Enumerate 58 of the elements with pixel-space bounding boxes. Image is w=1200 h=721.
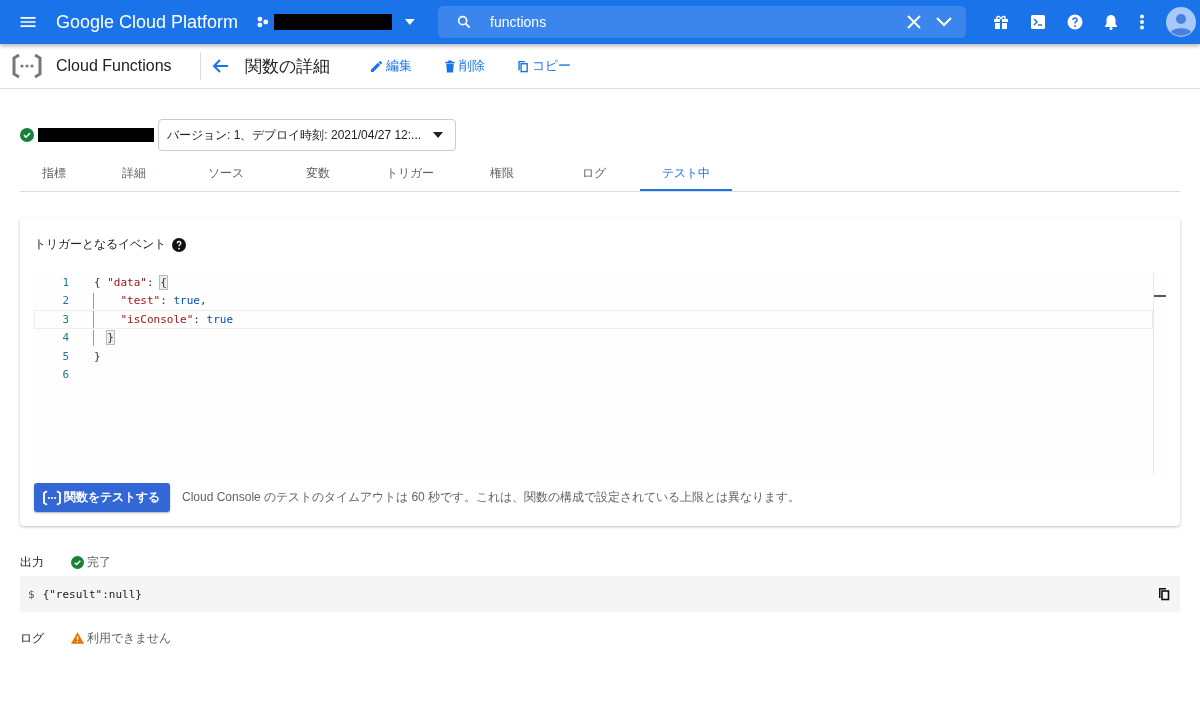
- code-line: "test": true,: [93, 292, 207, 309]
- functions-logo-icon: [42, 489, 62, 506]
- more-vert-icon[interactable]: [1139, 14, 1145, 30]
- help-icon[interactable]: [172, 237, 186, 252]
- copy-icon: [517, 59, 529, 73]
- search-field[interactable]: functions: [486, 13, 893, 31]
- tab[interactable]: ソース: [180, 157, 272, 191]
- test-function-button[interactable]: 関数をテストする: [34, 483, 170, 512]
- terminal-icon[interactable]: [1030, 14, 1046, 30]
- tab[interactable]: ログ: [548, 157, 640, 191]
- trash-icon: [444, 59, 456, 73]
- code-line: }: [93, 348, 101, 365]
- functions-logo-icon: [12, 53, 42, 79]
- output-text: {"result":null}: [42, 587, 142, 601]
- close-icon[interactable]: [906, 14, 923, 30]
- tab[interactable]: 指標: [20, 157, 88, 191]
- output-label: 出力: [20, 553, 45, 571]
- line-number: 4: [61, 331, 69, 345]
- pencil-icon: [370, 59, 383, 73]
- brand-name[interactable]: Google Cloud Platform: [56, 11, 239, 33]
- edit-button[interactable]: 編集: [370, 53, 412, 79]
- product-name: Cloud Functions: [56, 57, 172, 75]
- back-arrow-icon[interactable]: [211, 58, 229, 74]
- caret-icon: [433, 132, 444, 138]
- page-title: 関数の詳細: [245, 55, 330, 78]
- chevron-down-icon[interactable]: [936, 17, 953, 27]
- prompt-symbol: $: [28, 587, 35, 601]
- line-number: 3: [61, 312, 69, 326]
- delete-button[interactable]: 削除: [444, 53, 485, 79]
- tab[interactable]: テスト中: [640, 157, 732, 191]
- log-label: ログ: [20, 629, 45, 647]
- tab[interactable]: 詳細: [88, 157, 180, 191]
- copy-icon[interactable]: [1158, 587, 1170, 601]
- code-editor[interactable]: 1 { "data": { 2 "test": true, 3 "isConsole": true 4 } 5 } 6: [34, 273, 1166, 475]
- avatar-icon[interactable]: [1166, 7, 1196, 37]
- tab[interactable]: トリガー: [364, 157, 456, 191]
- project-selector[interactable]: [256, 14, 417, 30]
- tab[interactable]: 権限: [456, 157, 548, 191]
- timeout-note: Cloud Console のテストのタイムアウトは 60 秒です。これは、関数の構成で設定されている上限とは異なります。: [182, 489, 801, 506]
- status-text: 利用できません: [87, 629, 171, 647]
- version-dropdown[interactable]: バージョン: 1、デプロイ時刻: 2021/04/27 12:...: [158, 119, 457, 151]
- copy-button[interactable]: コピー: [517, 53, 571, 79]
- line-number: 6: [61, 368, 69, 382]
- code-line: }: [93, 329, 114, 346]
- status-text: 完了: [87, 553, 111, 571]
- bell-icon[interactable]: [1104, 14, 1118, 30]
- line-number: 2: [61, 294, 69, 308]
- search-bar[interactable]: functions: [438, 6, 967, 38]
- search-icon: [456, 14, 473, 30]
- dots-icon: [256, 15, 270, 29]
- section-heading: トリガーとなるイベント: [34, 236, 166, 253]
- tab[interactable]: 変数: [272, 157, 364, 191]
- caret-icon: [404, 18, 417, 26]
- line-number: 1: [61, 275, 69, 289]
- code-line: { "data": {: [93, 274, 167, 291]
- gift-icon[interactable]: [993, 14, 1009, 30]
- line-number: 5: [61, 349, 69, 363]
- code-line: "isConsole": true: [93, 311, 234, 328]
